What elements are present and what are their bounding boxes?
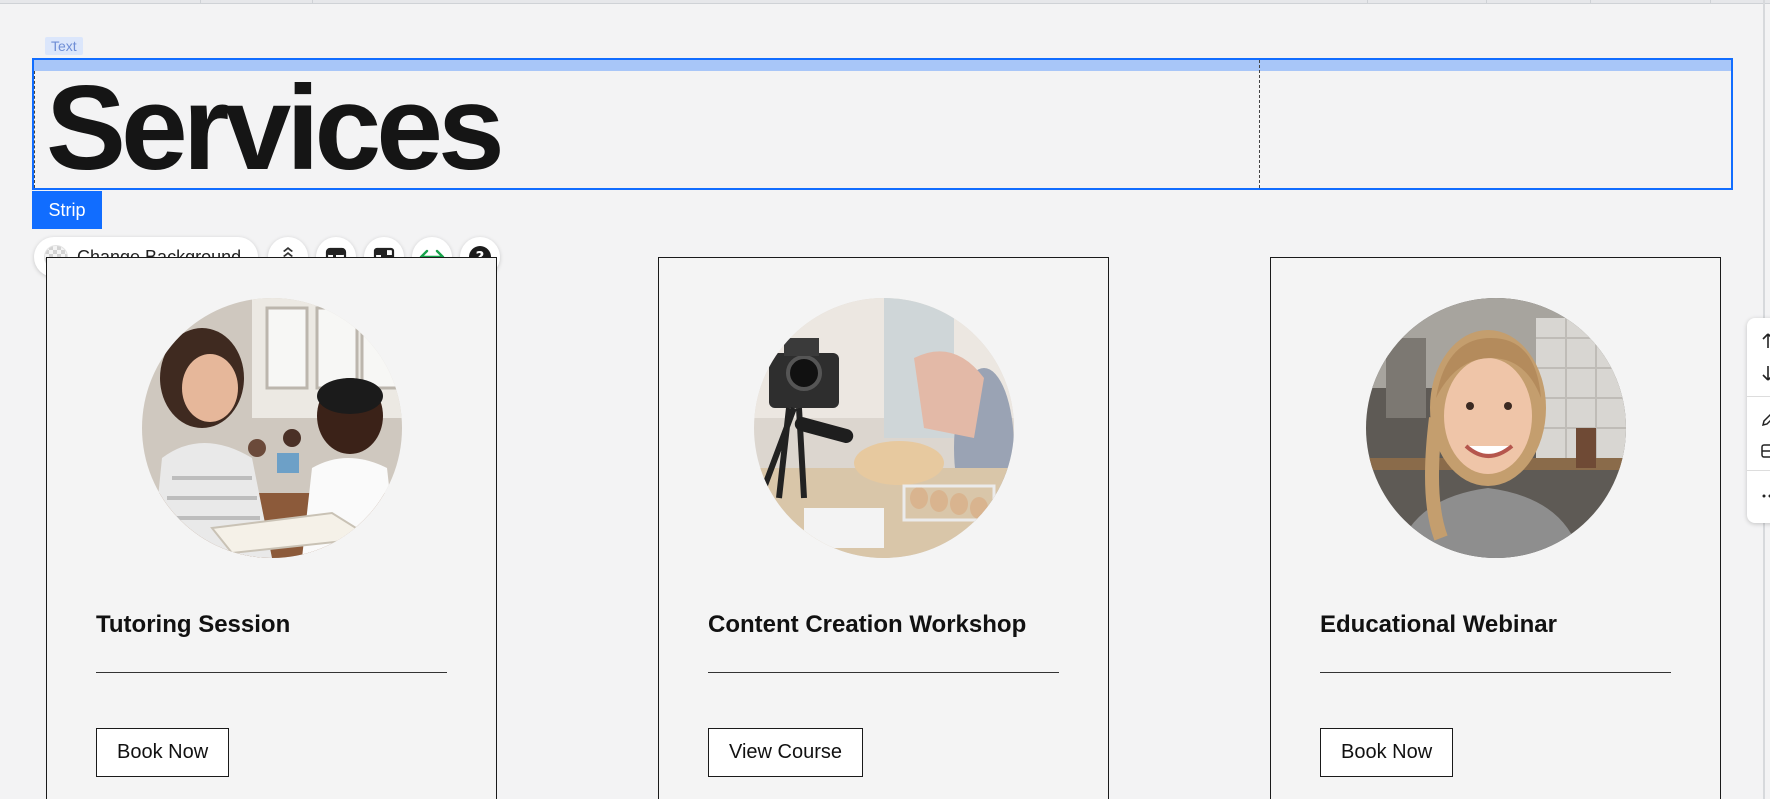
gridline-column xyxy=(1259,60,1260,188)
card-title: Educational Webinar xyxy=(1320,611,1557,638)
service-card: Educational Webinar Book Now xyxy=(1270,257,1721,799)
move-up-icon[interactable] xyxy=(1760,332,1770,350)
panel-separator xyxy=(1747,470,1770,471)
page-title[interactable]: Services xyxy=(46,68,505,188)
book-now-button[interactable]: Book Now xyxy=(1320,728,1454,777)
teacher-with-student-photo xyxy=(142,298,402,558)
layout-icon[interactable] xyxy=(1760,442,1770,460)
selected-text-element[interactable]: Services xyxy=(32,58,1733,190)
more-icon[interactable] xyxy=(1760,486,1770,504)
right-side-panel xyxy=(1747,318,1770,523)
card-title: Content Creation Workshop xyxy=(708,611,1027,638)
element-type-tag: Text xyxy=(45,37,83,55)
card-title: Tutoring Session xyxy=(96,611,291,638)
camera-filming-baking-photo xyxy=(754,298,1014,558)
strip-tag[interactable]: Strip xyxy=(32,191,102,229)
service-card: Content Creation Workshop View Course xyxy=(658,257,1109,799)
smiling-woman-kitchen-photo xyxy=(1366,298,1626,558)
edit-icon[interactable] xyxy=(1760,410,1770,428)
book-now-button[interactable]: Book Now xyxy=(96,728,230,777)
card-divider xyxy=(708,672,1059,673)
card-divider xyxy=(96,672,447,673)
top-ruler xyxy=(0,0,1770,4)
move-down-icon[interactable] xyxy=(1760,364,1770,382)
card-divider xyxy=(1320,672,1671,673)
service-card: Tutoring Session Book Now xyxy=(46,257,497,799)
panel-separator xyxy=(1747,396,1770,397)
gridline-left xyxy=(34,71,35,188)
view-course-button[interactable]: View Course xyxy=(708,728,864,777)
